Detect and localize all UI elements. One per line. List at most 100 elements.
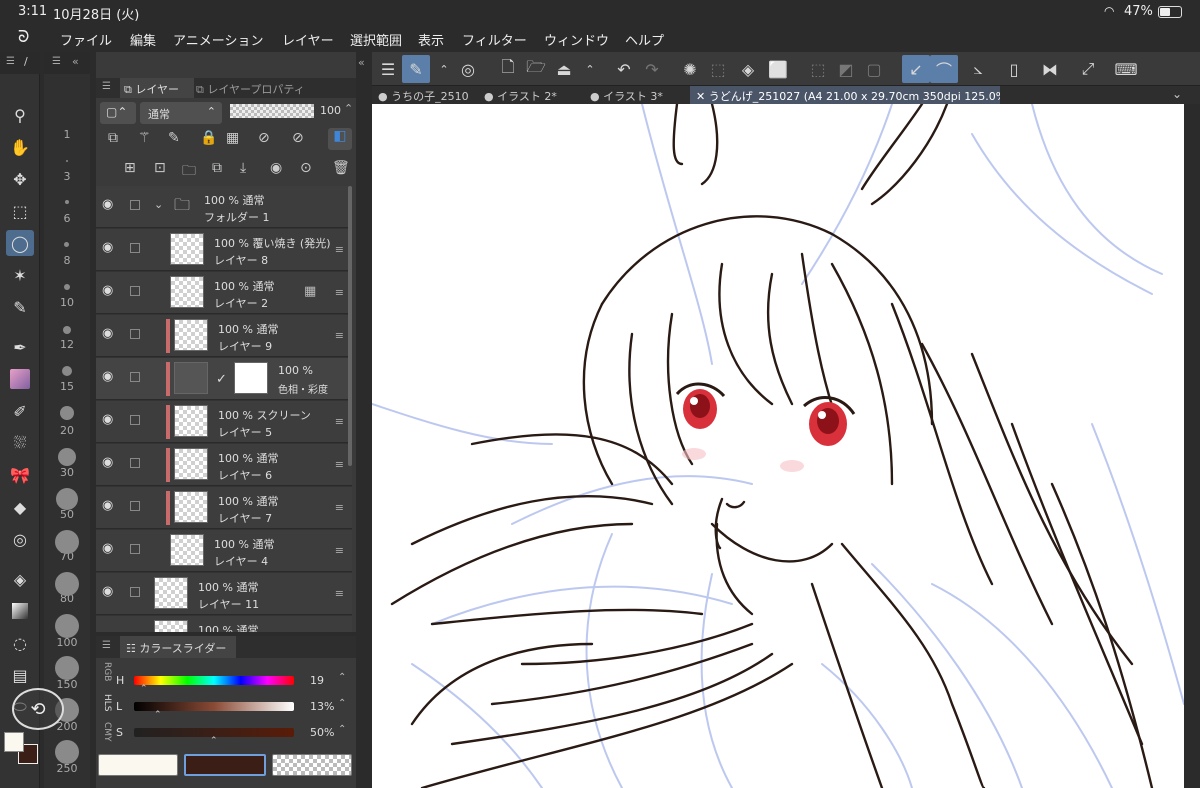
selection-border-icon[interactable]: ▢ (860, 55, 888, 83)
draft-layer-icon[interactable]: ✎ (168, 130, 180, 146)
tab-document-2[interactable]: ● イラスト 2* (478, 86, 578, 104)
move-tool-icon[interactable]: ✥ (6, 166, 34, 192)
hue-handle[interactable]: ⌃ (140, 684, 148, 694)
menu-icon[interactable]: ☰ (374, 55, 402, 83)
visibility-eye-icon[interactable]: ◉ (102, 327, 116, 340)
app-logo-icon[interactable]: ᘐ (18, 27, 29, 47)
lightness-stepper[interactable]: ⌃ (338, 698, 346, 709)
brush-size-6[interactable]: 6 (44, 212, 90, 225)
menu-file[interactable]: ファイル (60, 30, 112, 49)
canvas-scrollbar[interactable] (1184, 104, 1200, 788)
visibility-eye-icon[interactable]: ◉ (102, 284, 116, 297)
layer-checkbox[interactable] (130, 458, 140, 468)
new-vector-layer-icon[interactable]: ⊡ (154, 160, 166, 176)
tab-document-3[interactable]: ● イラスト 3* (584, 86, 684, 104)
visibility-eye-icon[interactable]: ◉ (102, 499, 116, 512)
new-raster-layer-icon[interactable]: ⊞ (124, 160, 136, 176)
invert-selection-icon[interactable]: ◩ (832, 55, 860, 83)
saturation-stepper[interactable]: ⌃ (338, 724, 346, 735)
save-icon[interactable]: ⏏ (550, 55, 578, 83)
brush-size-3[interactable]: 3 (44, 170, 90, 183)
eraser-tool-icon[interactable]: ◆ (6, 494, 34, 520)
layer-drag-handle-icon[interactable]: ≡ (335, 544, 344, 557)
layer-checkbox[interactable] (130, 286, 140, 296)
layer-row[interactable]: ◉ 100 % 通常 レイヤー 7 ≡ (96, 487, 352, 529)
fill-icon[interactable]: ◈ (734, 55, 762, 83)
menu-window[interactable]: ウィンドウ (544, 30, 609, 49)
palette-menu-icon[interactable]: ☰ (6, 56, 15, 67)
layer-color-button[interactable]: ▢⌃ (100, 102, 136, 124)
layer-drag-handle-icon[interactable]: ≡ (335, 501, 344, 514)
layer-row[interactable]: ◉ 100 % 通常 レイヤー 11 ≡ (96, 573, 352, 615)
layer-row[interactable]: ◉ ✓ 100 % 色相・彩度 (96, 358, 352, 400)
brush-size-30[interactable]: 30 (44, 466, 90, 479)
transform-icon[interactable]: ⬜ (764, 55, 792, 83)
new-file-icon[interactable]: 🗋 (494, 55, 522, 83)
layer-row[interactable]: ◉ 100 % 通常 レイヤー 9 ≡ (96, 315, 352, 357)
hue-slider[interactable] (134, 676, 294, 685)
lasso-tool-icon[interactable]: ◯ (6, 230, 34, 256)
decoration-tool-icon[interactable]: 🎀 (6, 462, 34, 488)
hue-value[interactable]: 19 (310, 674, 324, 687)
mode-cmy[interactable]: CMY (100, 722, 112, 746)
layer-list-scrollbar[interactable] (348, 186, 352, 466)
open-folder-icon[interactable]: 🗁 (522, 55, 550, 83)
redo-icon[interactable]: ↷ (638, 55, 666, 83)
edge-keyboard-icon[interactable]: ⌨ (1112, 55, 1140, 83)
transparent-color-preview[interactable] (272, 754, 352, 776)
undo-icon[interactable]: ↶ (610, 55, 638, 83)
tab-color-slider[interactable]: ☷ カラースライダー (120, 636, 236, 658)
ruler-snap-icon[interactable]: ↙ (902, 55, 930, 83)
chevron-down-icon[interactable]: ⌄ (1172, 87, 1182, 101)
lock-icon[interactable]: 🔒 (200, 130, 217, 146)
device-icon[interactable]: ▯ (1000, 55, 1028, 83)
saturation-handle[interactable]: ⌃ (210, 736, 218, 746)
brush-size-8[interactable]: 8 (44, 254, 90, 267)
brush-size-1[interactable]: 1 (44, 128, 90, 141)
layer-drag-handle-icon[interactable]: ≡ (335, 243, 344, 256)
layer-row[interactable]: ◉ 100 % 通常 レイヤー 6 ≡ (96, 444, 352, 486)
visibility-eye-icon[interactable]: ◉ (102, 370, 116, 383)
visibility-eye-icon[interactable]: ◉ (102, 241, 116, 254)
clip-icon[interactable]: ⧉ (108, 130, 118, 146)
brush-tab-icon[interactable]: / (24, 55, 28, 68)
layer-row[interactable]: ◉ 100 % 通常 レイヤー 4 ≡ (96, 530, 352, 572)
hue-stepper[interactable]: ⌃ (338, 672, 346, 683)
mode-rgb[interactable]: RGB (100, 662, 112, 686)
visibility-eye-icon[interactable]: ◉ (102, 456, 116, 469)
blend-mode-select[interactable]: 通常 ⌃ (140, 102, 222, 124)
layer-row[interactable]: ◉ 100 % 通常 レイヤー 2 ▦ ≡ (96, 272, 352, 314)
brush-size-menu-icon[interactable]: ☰ (52, 56, 61, 67)
loading-icon[interactable]: ✺ (676, 55, 704, 83)
fit-view-icon[interactable]: ⤢ (1074, 55, 1102, 83)
lock-transparency-icon[interactable]: ▦ (226, 130, 239, 146)
reference-layer-icon[interactable]: ⚚ (138, 130, 151, 146)
sub-color-swatch[interactable] (4, 732, 24, 752)
layer-drag-handle-icon[interactable]: ≡ (335, 286, 344, 299)
layer-drag-handle-icon[interactable]: ≡ (335, 458, 344, 471)
menu-filter[interactable]: フィルター (462, 30, 527, 49)
menu-edit[interactable]: 編集 (130, 30, 156, 49)
visibility-eye-icon[interactable]: ◉ (102, 413, 116, 426)
sub-color-preview[interactable] (98, 754, 178, 776)
layer-drag-handle-icon[interactable]: ≡ (335, 587, 344, 600)
new-folder-icon[interactable]: 🗀 (182, 160, 196, 184)
menu-selection[interactable]: 選択範囲 (350, 30, 402, 49)
copy-layer-icon[interactable]: ⧉ (212, 160, 222, 176)
airbrush-tool-icon[interactable]: ⛆ (6, 430, 34, 456)
deselect-icon[interactable]: ⬚ (804, 55, 832, 83)
shape-tool-icon[interactable]: ◌ (6, 630, 34, 656)
layer-checkbox[interactable] (130, 200, 140, 210)
tab-layer-property[interactable]: ⧉ レイヤープロパティ (196, 81, 305, 97)
collapse-icon[interactable]: « (72, 55, 79, 68)
opacity-slider[interactable] (230, 104, 314, 118)
menu-animation[interactable]: アニメーション (173, 30, 263, 49)
menu-layer[interactable]: レイヤー (282, 30, 334, 49)
collapse-icon[interactable]: « (358, 56, 365, 69)
zoom-tool-icon[interactable]: ⚲ (6, 102, 34, 128)
layer-drag-handle-icon[interactable]: ≡ (335, 415, 344, 428)
layer-checkbox[interactable] (130, 587, 140, 597)
perspective-icon[interactable]: ⦣ (964, 55, 992, 83)
saturation-value[interactable]: 50% (310, 726, 334, 739)
visibility-eye-icon[interactable]: ◉ (102, 542, 116, 555)
